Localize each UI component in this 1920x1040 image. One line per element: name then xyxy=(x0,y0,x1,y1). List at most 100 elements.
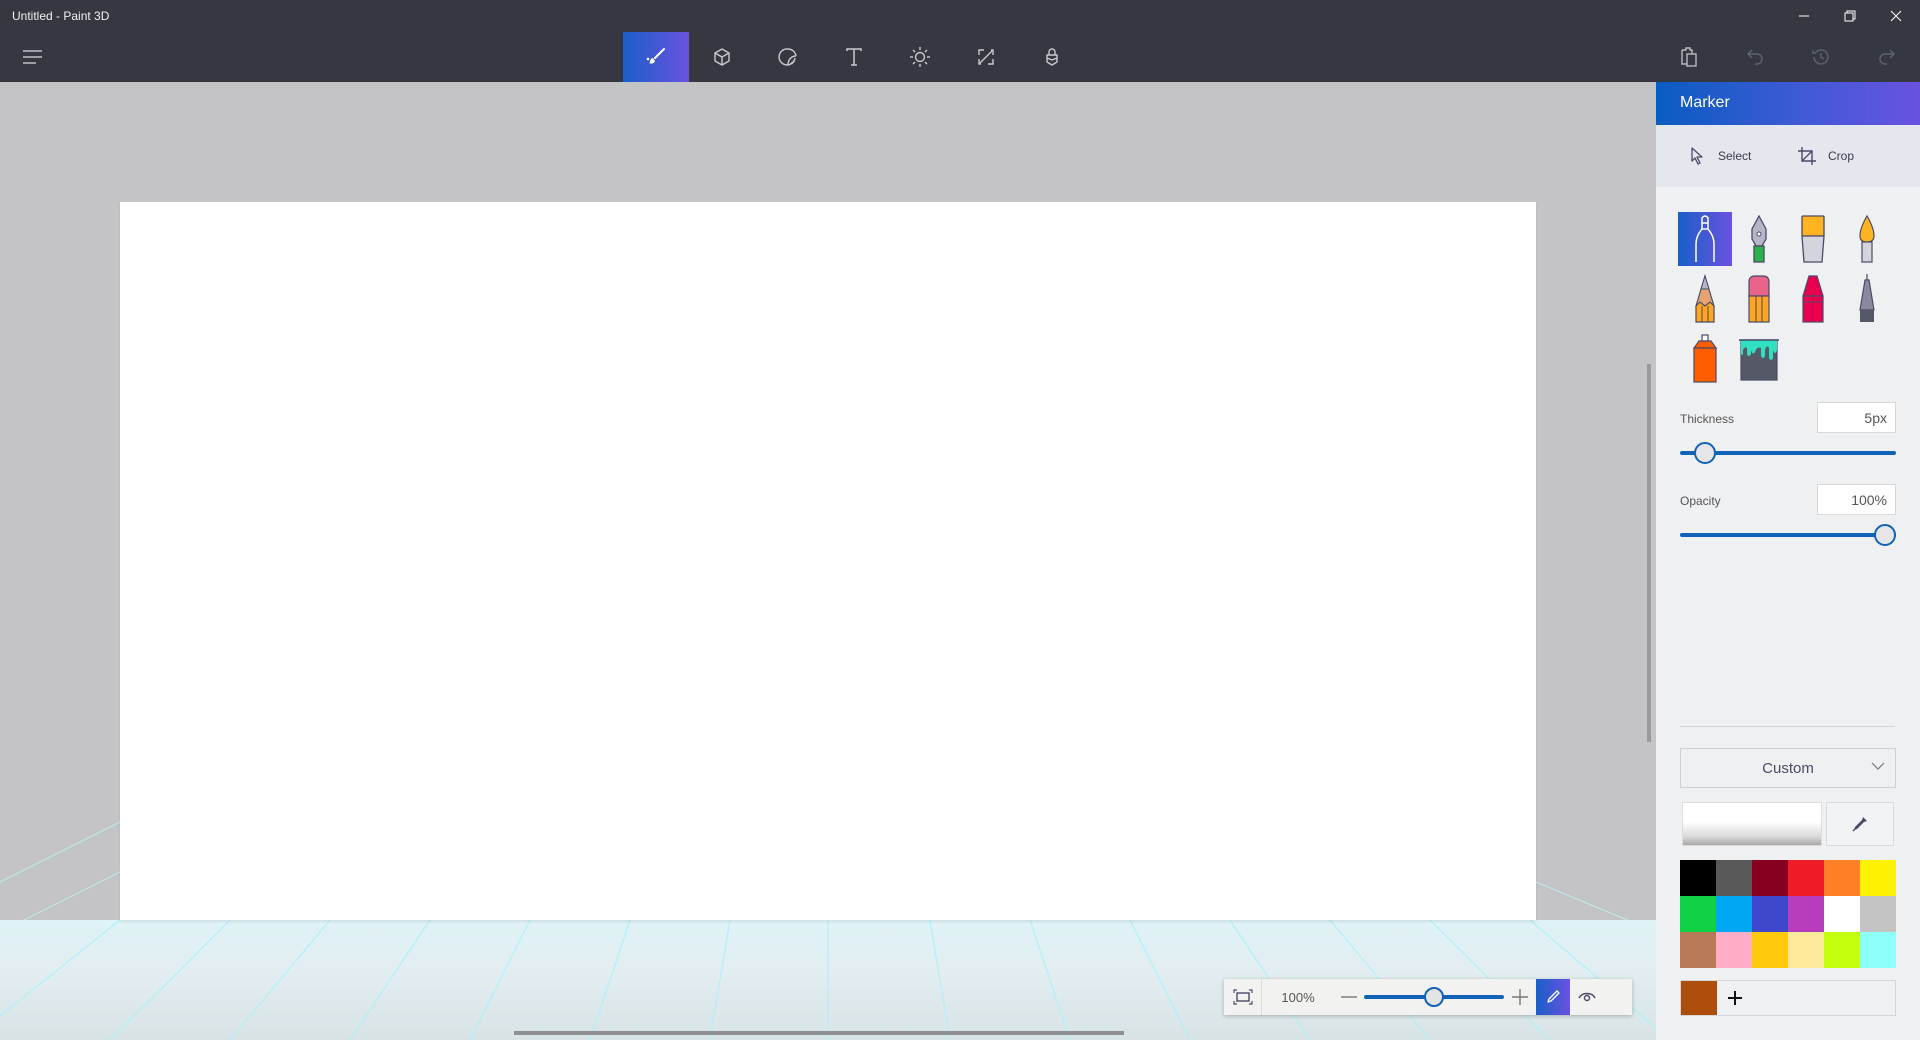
redo-icon xyxy=(1879,49,1895,65)
window-title: Untitled - Paint 3D xyxy=(12,9,110,23)
color-swatch[interactable] xyxy=(1716,896,1752,932)
select-button[interactable]: Select xyxy=(1690,145,1751,167)
opacity-input[interactable]: 100% xyxy=(1817,484,1896,515)
panel-header: Marker xyxy=(1656,82,1920,125)
color-swatch[interactable] xyxy=(1860,896,1896,932)
tool-canvas[interactable] xyxy=(953,32,1019,82)
brush-spray-can[interactable] xyxy=(1678,332,1732,386)
eye-icon xyxy=(1578,992,1596,1002)
tool-effects[interactable] xyxy=(887,32,953,82)
color-swatch[interactable] xyxy=(1788,860,1824,896)
close-button[interactable] xyxy=(1873,0,1919,32)
color-swatch[interactable] xyxy=(1860,860,1896,896)
plus-icon xyxy=(1512,989,1528,1005)
main-toolbar xyxy=(0,32,1920,82)
plus-icon xyxy=(1728,991,1742,1005)
brush-pencil[interactable] xyxy=(1678,272,1732,326)
finish-preview xyxy=(1682,802,1822,846)
brush-crayon[interactable] xyxy=(1786,272,1840,326)
fit-to-screen-button[interactable] xyxy=(1224,979,1262,1015)
thickness-input[interactable]: 5px xyxy=(1817,402,1896,433)
undo-icon xyxy=(1747,49,1763,65)
paste-icon xyxy=(1681,47,1697,67)
color-swatch[interactable] xyxy=(1716,932,1752,968)
workspace[interactable] xyxy=(0,82,1656,1040)
opacity-slider[interactable] xyxy=(1680,523,1896,547)
color-swatch[interactable] xyxy=(1824,932,1860,968)
zoom-in-button[interactable] xyxy=(1504,979,1536,1015)
brush-pixel-pen[interactable] xyxy=(1840,272,1894,326)
horizontal-scrollbar[interactable] xyxy=(514,1031,1124,1035)
eyedropper-button[interactable] xyxy=(1826,802,1894,846)
thickness-slider[interactable] xyxy=(1680,441,1896,465)
minimize-icon xyxy=(1799,15,1809,17)
panel-divider xyxy=(1680,726,1895,727)
brush-calligraphy-pen[interactable] xyxy=(1732,212,1786,266)
chevron-down-icon xyxy=(1871,762,1885,770)
menu-button[interactable] xyxy=(16,40,50,74)
pencil-icon xyxy=(1695,274,1715,323)
zoom-out-button[interactable] xyxy=(1334,979,1364,1015)
tool-text[interactable] xyxy=(821,32,887,82)
paste-button[interactable] xyxy=(1664,32,1714,82)
redo-button[interactable] xyxy=(1862,32,1912,82)
color-swatch[interactable] xyxy=(1752,932,1788,968)
history-button[interactable] xyxy=(1796,32,1846,82)
color-swatch[interactable] xyxy=(1824,896,1860,932)
brush-marker[interactable] xyxy=(1678,212,1732,266)
color-swatch[interactable] xyxy=(1680,860,1716,896)
add-color-button[interactable] xyxy=(1717,981,1753,1015)
restore-button[interactable] xyxy=(1827,0,1873,32)
title-bar: Untitled - Paint 3D xyxy=(0,0,1920,32)
pen-input-toggle[interactable] xyxy=(1536,979,1570,1015)
text-icon xyxy=(846,48,862,66)
select-label: Select xyxy=(1718,149,1752,163)
color-swatch[interactable] xyxy=(1752,896,1788,932)
color-swatch[interactable] xyxy=(1824,860,1860,896)
thickness-slider-thumb[interactable] xyxy=(1693,442,1716,464)
crayon-icon xyxy=(1802,275,1824,323)
tool-stickers[interactable] xyxy=(755,32,821,82)
brush-eraser[interactable] xyxy=(1732,272,1786,326)
tool-3d-shapes[interactable] xyxy=(689,32,755,82)
side-panel: Marker Select Crop Thickness 5px Opacity… xyxy=(1656,82,1920,1040)
color-swatch[interactable] xyxy=(1752,860,1788,896)
close-icon xyxy=(1890,10,1902,22)
brush-fill[interactable] xyxy=(1732,332,1786,386)
color-swatch[interactable] xyxy=(1680,932,1716,968)
color-swatch[interactable] xyxy=(1680,896,1716,932)
marker-icon xyxy=(1695,215,1715,262)
library-bag-icon xyxy=(1046,48,1058,66)
opacity-slider-thumb[interactable] xyxy=(1874,524,1896,546)
color-palette xyxy=(1680,860,1896,968)
panel-title: Marker xyxy=(1680,94,1730,111)
hamburger-menu-icon xyxy=(23,50,42,64)
tool-3d-library[interactable] xyxy=(1019,32,1085,82)
brush-watercolor[interactable] xyxy=(1840,212,1894,266)
zoom-control: 100% xyxy=(1224,979,1632,1015)
minus-icon xyxy=(1341,996,1357,998)
zoom-slider-thumb[interactable] xyxy=(1424,987,1444,1007)
crop-button[interactable]: Crop xyxy=(1798,145,1854,167)
color-swatch[interactable] xyxy=(1788,896,1824,932)
minimize-button[interactable] xyxy=(1781,0,1827,32)
vertical-scrollbar[interactable] xyxy=(1647,364,1651,742)
undo-button[interactable] xyxy=(1730,32,1780,82)
fit-screen-icon xyxy=(1232,989,1253,1005)
opacity-label: Opacity xyxy=(1680,494,1721,508)
history-icon xyxy=(1812,49,1829,65)
tool-brushes[interactable] xyxy=(623,32,689,82)
oil-brush-icon xyxy=(1801,215,1825,263)
color-swatch[interactable] xyxy=(1860,932,1896,968)
color-swatch[interactable] xyxy=(1716,860,1752,896)
crop-label: Crop xyxy=(1828,149,1855,163)
current-color-swatch[interactable] xyxy=(1681,981,1717,1015)
opacity-slider-track xyxy=(1680,533,1896,537)
watercolor-icon xyxy=(1859,214,1875,263)
color-swatch[interactable] xyxy=(1788,932,1824,968)
view-mode-button[interactable] xyxy=(1570,979,1604,1015)
drawing-canvas[interactable] xyxy=(120,202,1536,920)
finish-dropdown[interactable]: Custom xyxy=(1680,748,1896,788)
zoom-slider[interactable] xyxy=(1364,979,1504,1015)
brush-oil[interactable] xyxy=(1786,212,1840,266)
